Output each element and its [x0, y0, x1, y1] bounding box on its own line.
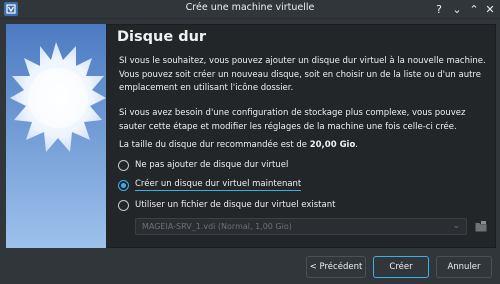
radio-button[interactable] [118, 199, 129, 211]
option-label: Ne pas ajouter de disque dur virtuel [135, 160, 289, 170]
option-existing-disk[interactable]: Utiliser un fichier de disque dur virtue… [118, 198, 335, 212]
radio-button[interactable] [118, 159, 129, 171]
option-label: Créer un disque dur virtuel maintenant [135, 179, 302, 191]
advanced-text: Si vous avez besoin d'une configuration … [119, 108, 466, 132]
existing-disk-select[interactable]: MAGEIA-SRV_1.vdi (Normal, 1,00 Gio) ⌄ [135, 218, 467, 235]
wizard-side-artwork [6, 24, 106, 248]
recommended-size-suffix: . [355, 140, 358, 150]
recommended-size-prefix: La taille du disque dur recommandée est … [119, 140, 310, 150]
help-icon: ? [436, 2, 442, 16]
radio-button-checked[interactable] [118, 179, 129, 191]
close-button[interactable]: ✕ [482, 1, 498, 17]
title-bar: Crée une machine virtuelle ? ⌄ ⌃ ✕ [0, 0, 500, 19]
create-button[interactable]: Créer [373, 256, 429, 278]
existing-disk-value: MAGEIA-SRV_1.vdi (Normal, 1,00 Gio) [142, 222, 292, 231]
recommended-size-text: La taille du disque dur recommandée est … [119, 139, 489, 153]
minimize-button[interactable]: ⌄ [449, 1, 465, 17]
help-button[interactable]: ? [431, 1, 447, 17]
option-create-disk[interactable]: Créer un disque dur virtuel maintenant [118, 178, 302, 192]
minimize-icon: ⌄ [452, 2, 462, 16]
page-title: Disque dur [117, 29, 207, 45]
cancel-button[interactable]: Annuler [436, 256, 492, 278]
previous-button[interactable]: < Précédent [306, 256, 366, 278]
maximize-button[interactable]: ⌃ [466, 1, 482, 17]
intro-text: SI vous le souhaitez, vous pouvez ajoute… [119, 56, 486, 93]
folder-icon [475, 220, 487, 231]
option-no-disk[interactable]: Ne pas ajouter de disque dur virtuel [118, 158, 288, 172]
close-icon: ✕ [485, 2, 495, 16]
option-label: Utiliser un fichier de disque dur virtue… [135, 200, 336, 210]
choose-disk-folder-button[interactable] [474, 219, 488, 233]
starburst-illustration-icon [10, 42, 106, 152]
maximize-icon: ⌃ [469, 2, 479, 16]
recommended-size-value: 20,00 Gio [309, 140, 356, 150]
window-title: Crée une machine virtuelle [185, 2, 315, 13]
chevron-down-icon: ⌄ [452, 221, 460, 231]
